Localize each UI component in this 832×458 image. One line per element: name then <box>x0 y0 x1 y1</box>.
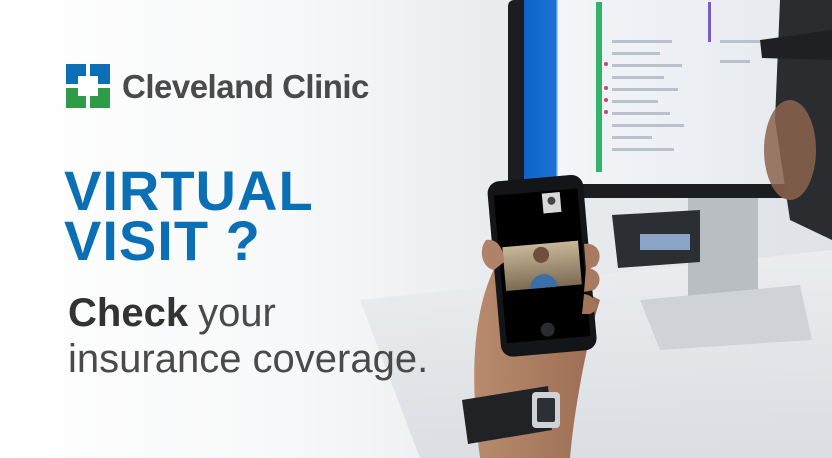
subhead-line-2: insurance coverage. <box>68 337 429 381</box>
subhead-bold: Check <box>68 291 189 335</box>
brand-name: Cleveland Clinic <box>122 67 369 105</box>
headline: VIRTUAL VISIT ? <box>64 163 314 272</box>
subhead-rest: your <box>198 291 276 335</box>
virtual-visit-banner: Cleveland Clinic VIRTUAL VISIT ? Check yo… <box>0 0 832 458</box>
smartphone-icon <box>487 174 597 357</box>
cleveland-clinic-logo-icon <box>66 64 110 108</box>
cleveland-clinic-logo[interactable]: Cleveland Clinic <box>66 64 369 108</box>
subhead-line-1: Check your <box>68 291 276 335</box>
headline-line-2: VISIT ? <box>64 209 261 272</box>
